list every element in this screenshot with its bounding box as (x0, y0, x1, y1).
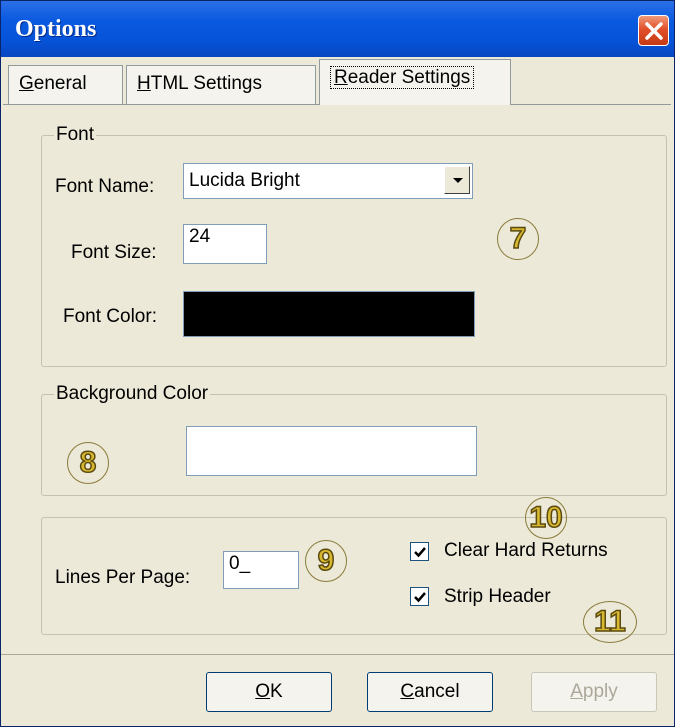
dropdown-button[interactable] (444, 166, 470, 194)
tab-label: eneral (33, 73, 87, 94)
cancel-mnemonic: C (400, 681, 415, 702)
apply-button[interactable]: Apply (531, 672, 657, 712)
tab-html-settings[interactable]: HTML Settings (126, 65, 316, 105)
checkmark-icon (414, 592, 426, 603)
font-color-label: Font Color: (63, 306, 157, 327)
tab-label: eader Settings (347, 67, 471, 88)
cancel-label: ancel (414, 681, 460, 702)
font-name-select[interactable]: Lucida Bright (183, 163, 473, 199)
window-title: Options (15, 16, 97, 42)
close-button[interactable] (638, 15, 669, 46)
font-size-label: Font Size: (71, 242, 157, 263)
tab-general[interactable]: General (8, 65, 123, 105)
callout-10: 10 (525, 497, 567, 539)
apply-label: pply (582, 681, 618, 702)
background-color-swatch[interactable] (186, 426, 477, 476)
tab-mnemonic: H (137, 73, 151, 94)
font-color-swatch[interactable] (183, 291, 475, 337)
ok-label: K (270, 681, 283, 702)
ok-button[interactable]: OK (206, 672, 332, 712)
font-name-label: Font Name: (55, 176, 155, 197)
callout-8: 8 (67, 442, 109, 484)
tab-strip: General HTML Settings Reader Settings (1, 57, 674, 109)
chevron-down-icon (453, 178, 463, 183)
font-size-input[interactable]: 24 (183, 224, 267, 264)
clear-hard-returns-label[interactable]: Clear Hard Returns (444, 540, 608, 562)
font-name-value: Lucida Bright (189, 170, 300, 191)
button-bar-separator (1, 654, 674, 655)
strip-header-checkbox[interactable] (410, 587, 429, 606)
cancel-button[interactable]: Cancel (367, 672, 493, 712)
tab-label: TML Settings (150, 73, 262, 94)
close-icon (645, 22, 663, 40)
tab-mnemonic: R (334, 67, 348, 88)
font-group-title: Font (54, 124, 97, 146)
tab-mnemonic: G (19, 73, 34, 94)
tab-reader-settings[interactable]: Reader Settings (319, 59, 511, 105)
strip-header-label[interactable]: Strip Header (444, 586, 551, 608)
lines-per-page-label: Lines Per Page: (55, 567, 191, 588)
lines-per-page-input[interactable]: 0_ (223, 551, 299, 589)
clear-hard-returns-checkbox[interactable] (410, 542, 429, 561)
callout-9: 9 (305, 540, 347, 582)
tab-focus-ring: Reader Settings (330, 66, 475, 89)
reader-settings-panel: Font Font Name: Lucida Bright Font Size:… (3, 104, 671, 654)
title-bar[interactable]: Options (1, 1, 674, 57)
options-dialog: Options General HTML Settings Reader Set… (0, 0, 675, 727)
callout-7: 7 (497, 218, 539, 260)
checkmark-icon (414, 547, 426, 558)
apply-mnemonic: A (570, 681, 583, 702)
background-color-group-title: Background Color (54, 383, 211, 405)
callout-11: 11 (583, 601, 637, 643)
ok-mnemonic: O (255, 681, 271, 702)
